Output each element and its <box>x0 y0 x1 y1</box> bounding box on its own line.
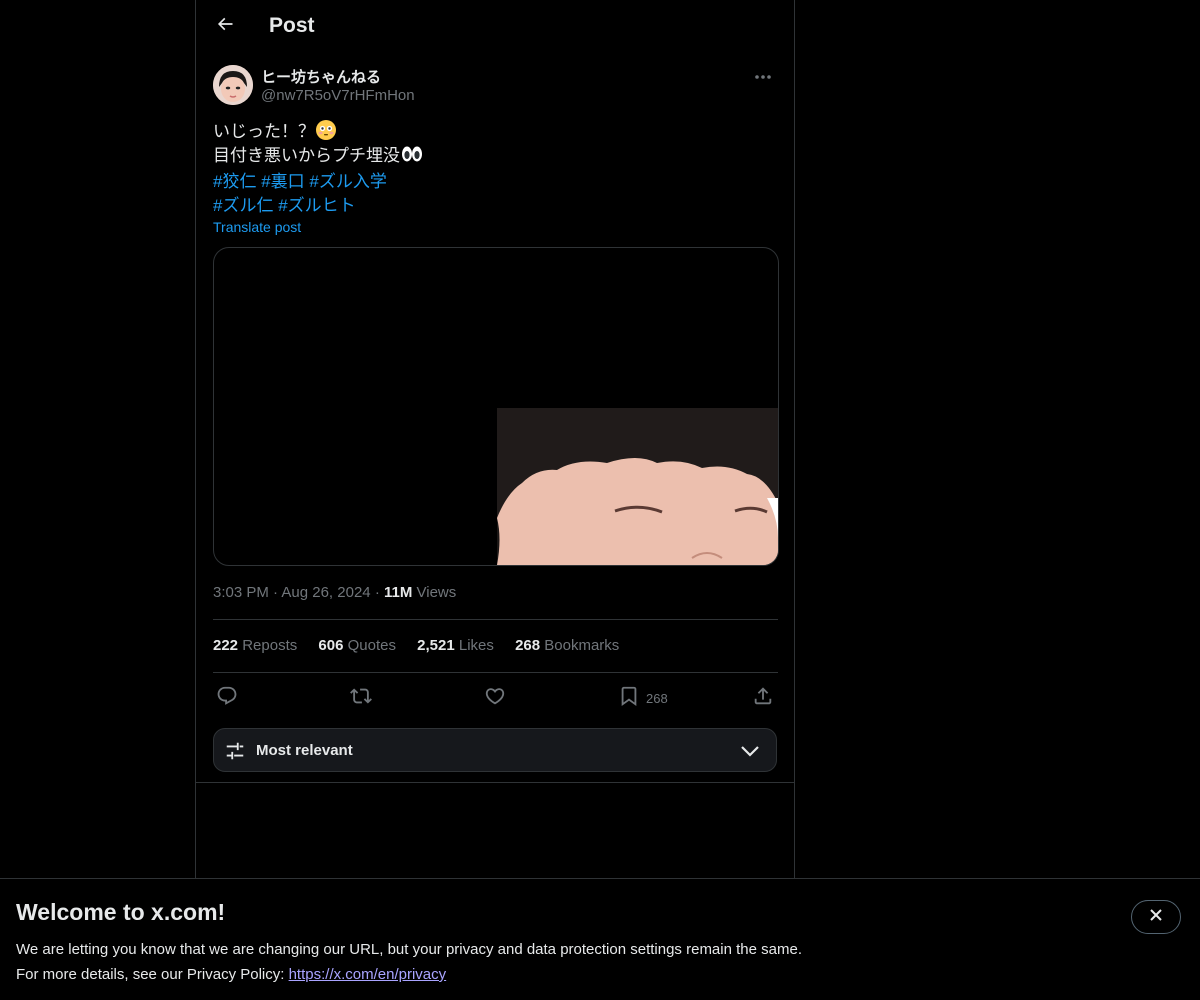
bookmarks-stat[interactable]: 268 Bookmarks <box>515 637 619 654</box>
post-time[interactable]: 3:03 PM <box>213 584 269 601</box>
meta-separator: · <box>273 584 279 601</box>
video-frame-image <box>497 408 778 565</box>
post-text-line-2-text: 目付き悪いからプチ埋没 <box>213 146 400 165</box>
stat-count: 606 <box>318 637 344 654</box>
flushed-face-emoji-icon <box>316 120 336 140</box>
divider <box>196 782 794 783</box>
post-stats: 222 Reposts 606 Quotes 2,521 Likes 268 B… <box>213 637 778 654</box>
divider <box>213 619 778 620</box>
stat-count: 222 <box>213 637 239 654</box>
banner-title: Welcome to x.com! <box>16 899 226 925</box>
sort-label: Most relevant <box>256 742 353 759</box>
stat-label: Quotes <box>347 637 396 654</box>
hashtag-line-1: #狡仁 #裏口 #ズル入学 <box>213 170 778 194</box>
reply-icon <box>216 685 238 712</box>
stat-label: Reposts <box>242 637 298 654</box>
hashtag-line-2: #ズル仁 #ズルヒト <box>213 194 778 218</box>
repost-icon <box>350 685 372 712</box>
stat-label: Likes <box>458 637 494 654</box>
hashtag-link[interactable]: #裏口 <box>261 172 304 191</box>
post-text: いじった！？ 目付き悪いからプチ埋没 #狡仁 #裏口 #ズル入学 #ズル仁 #ズ… <box>213 120 778 218</box>
bookmark-count: 268 <box>646 690 668 706</box>
action-bar: 268 <box>213 682 778 714</box>
post-text-line-1: いじった！？ <box>213 120 778 144</box>
hashtag-link[interactable]: #狡仁 <box>213 172 256 191</box>
repost-button[interactable] <box>350 682 372 714</box>
divider <box>213 672 778 673</box>
post-date[interactable]: Aug 26, 2024 <box>281 584 370 601</box>
close-icon <box>1148 907 1164 928</box>
post-text-line-1-text: いじった！？ <box>213 122 315 141</box>
chevron-down-icon <box>740 742 760 765</box>
meta-separator: · <box>374 584 380 601</box>
quotes-stat[interactable]: 606 Quotes <box>318 637 396 654</box>
share-icon <box>752 685 774 712</box>
reply-sort-dropdown[interactable]: Most relevant <box>213 728 777 772</box>
bookmark-icon <box>618 685 640 712</box>
stat-count: 2,521 <box>417 637 455 654</box>
sliders-icon <box>224 740 246 767</box>
post-author: ヒー坊ちゃんねる @nw7R5oV7rHFmHon <box>213 65 778 107</box>
views-label: Views <box>416 584 457 601</box>
author-handle[interactable]: @nw7R5oV7rHFmHon <box>261 87 415 104</box>
more-horizontal-icon <box>754 67 772 85</box>
heart-icon <box>484 685 506 712</box>
banner-text: We are letting you know that we are chan… <box>16 937 802 987</box>
stat-count: 268 <box>515 637 541 654</box>
bookmark-button[interactable]: 268 <box>618 682 668 714</box>
likes-stat[interactable]: 2,521 Likes <box>417 637 494 654</box>
share-button[interactable] <box>752 682 774 714</box>
url-change-banner: Welcome to x.com! We are letting you kno… <box>0 878 1200 1000</box>
author-display-name[interactable]: ヒー坊ちゃんねる <box>261 66 381 87</box>
post-metadata: 3:03 PM · Aug 26, 2024 · 11M Views <box>213 584 456 601</box>
reply-button[interactable] <box>216 682 238 714</box>
close-banner-button[interactable] <box>1131 900 1181 934</box>
views-count: 11M <box>383 584 413 601</box>
post-video[interactable] <box>213 247 779 566</box>
top-bar: Post <box>196 0 794 54</box>
avatar[interactable] <box>213 65 253 105</box>
stat-label: Bookmarks <box>544 637 620 654</box>
translate-post-link[interactable]: Translate post <box>213 219 301 235</box>
hashtag-link[interactable]: #ズルヒト <box>278 196 355 215</box>
post-text-line-2: 目付き悪いからプチ埋没 <box>213 144 778 170</box>
page-title: Post <box>269 14 315 37</box>
banner-line-1: We are letting you know that we are chan… <box>16 941 802 958</box>
reposts-stat[interactable]: 222 Reposts <box>213 637 297 654</box>
banner-line-2: For more details, see our Privacy Policy… <box>16 962 802 987</box>
post-column: Post ヒー坊ちゃんねる @nw7R5oV7rHFmHon いじった！？ 目付 <box>195 0 795 1000</box>
banner-line-2-prefix: For more details, see our Privacy Policy… <box>16 966 289 983</box>
privacy-policy-link[interactable]: https://x.com/en/privacy <box>289 966 447 983</box>
arrow-left-icon <box>215 14 235 39</box>
more-options-button[interactable] <box>748 65 778 87</box>
back-button[interactable] <box>208 9 242 43</box>
eyes-emoji-icon <box>401 145 423 170</box>
hashtag-link[interactable]: #ズル入学 <box>309 172 386 191</box>
like-button[interactable] <box>484 682 506 714</box>
hashtag-link[interactable]: #ズル仁 <box>213 196 273 215</box>
